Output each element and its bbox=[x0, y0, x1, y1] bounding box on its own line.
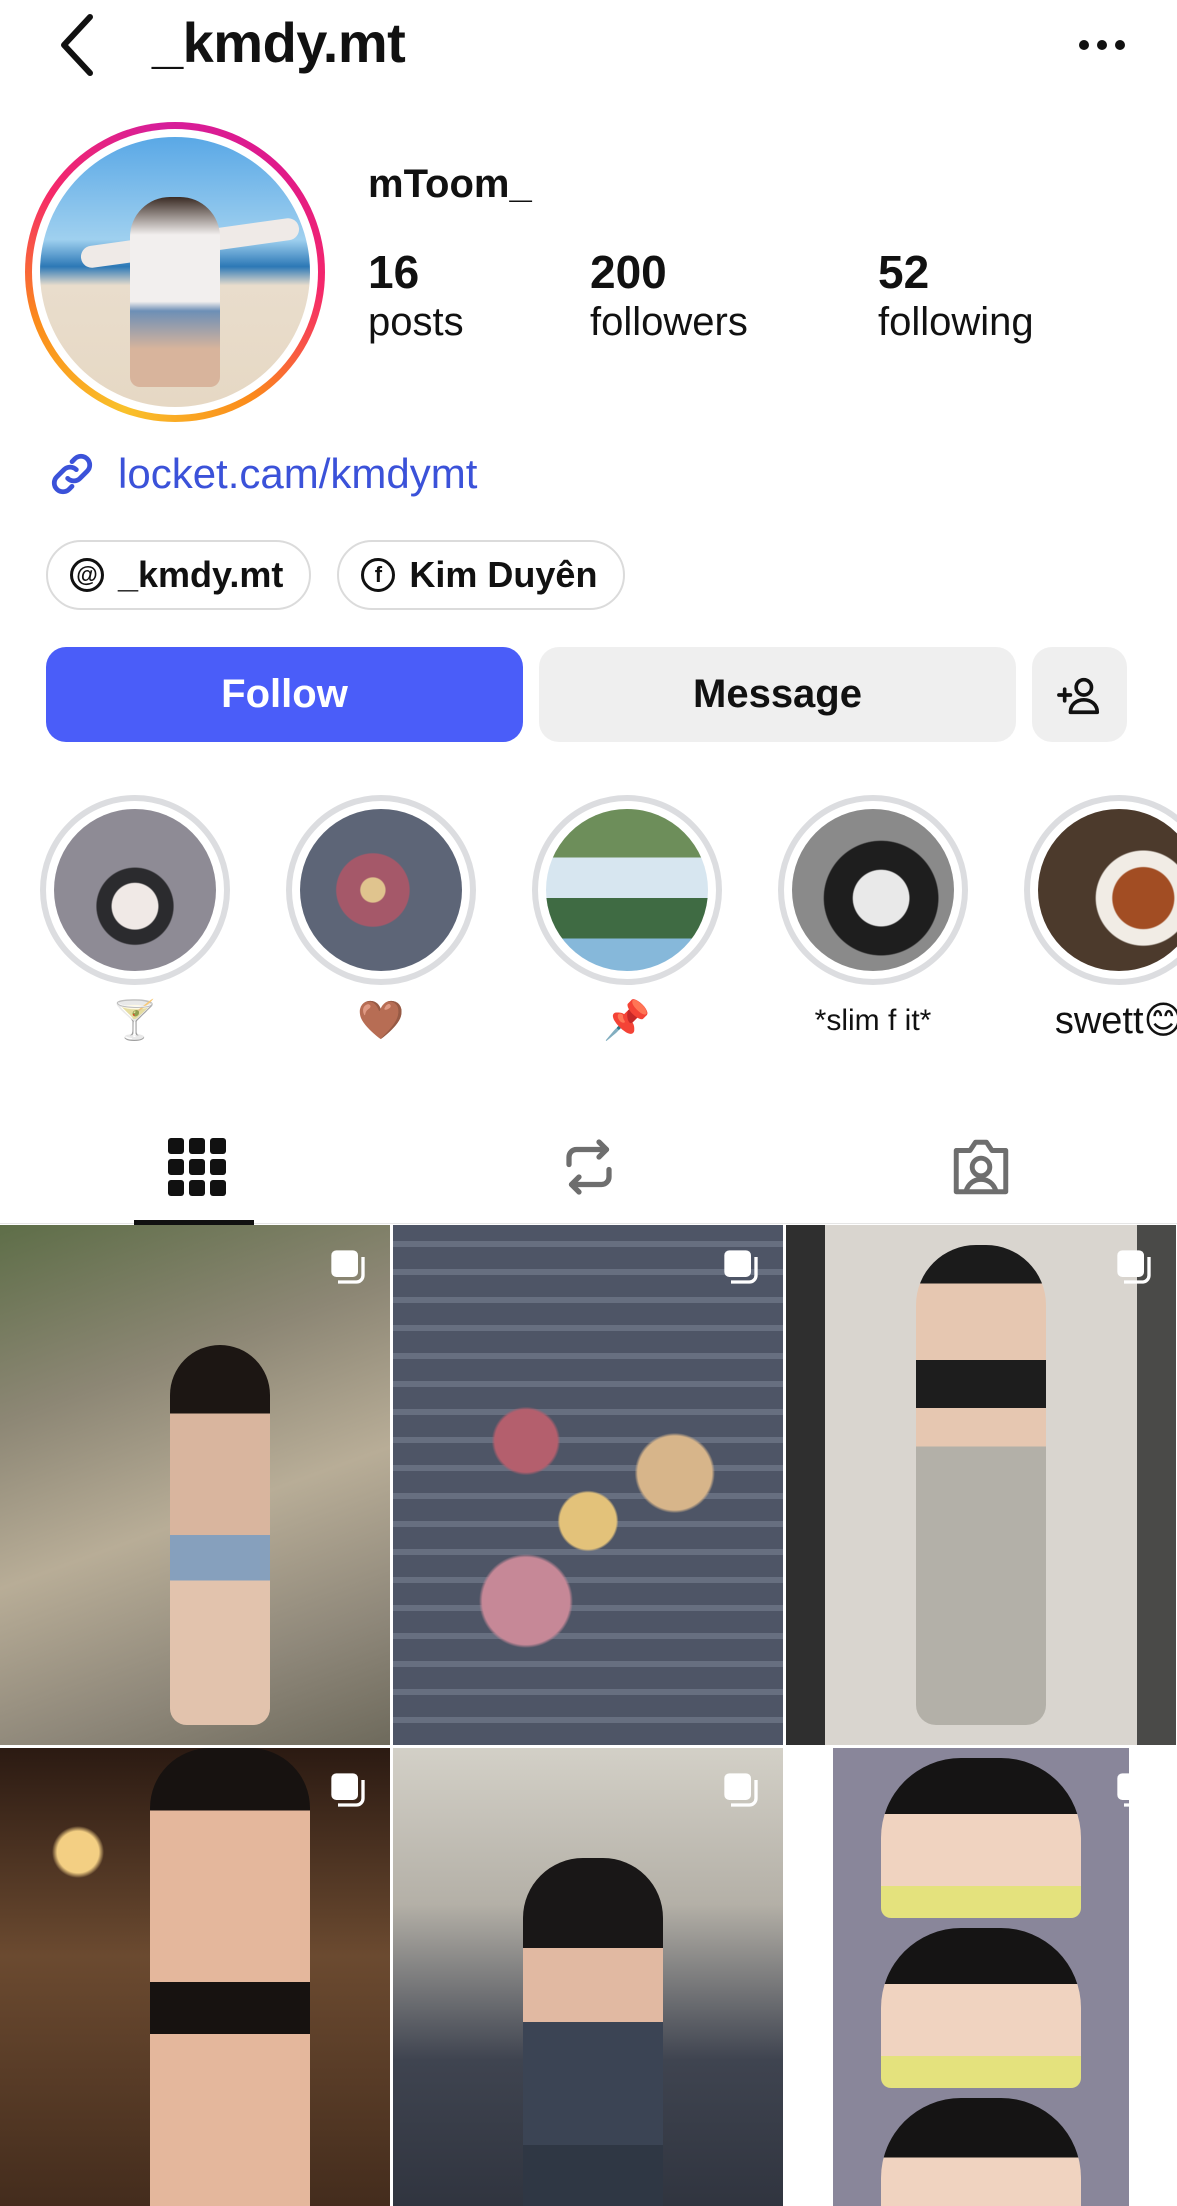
facebook-chip-label: Kim Duyên bbox=[409, 554, 598, 595]
bio-link[interactable]: locket.cam/kmdymt bbox=[46, 446, 477, 502]
top-bar: _kmdy.mt bbox=[0, 0, 1177, 90]
post-figure bbox=[916, 1245, 1046, 1725]
post-figure bbox=[150, 1748, 310, 2206]
story-ring[interactable] bbox=[25, 122, 325, 422]
highlight-cover bbox=[54, 809, 216, 971]
threads-chip-label: _kmdy.mt bbox=[118, 554, 284, 595]
display-name: mToom_ bbox=[368, 162, 532, 206]
highlight-cover bbox=[300, 809, 462, 971]
suggested-users-button[interactable] bbox=[1032, 647, 1127, 742]
highlight-cover bbox=[1038, 809, 1177, 971]
followers-label: followers bbox=[590, 300, 748, 344]
highlight-ring bbox=[286, 795, 476, 985]
highlight-label: *slim f it* bbox=[814, 1004, 932, 1037]
highlight-cover bbox=[792, 809, 954, 971]
tab-tagged[interactable] bbox=[784, 1110, 1177, 1224]
multiple-photos-icon bbox=[724, 1773, 758, 1807]
multiple-photos-icon bbox=[331, 1250, 365, 1284]
posts-count: 16 bbox=[368, 246, 420, 298]
add-person-icon bbox=[1056, 677, 1099, 714]
highlight-label: 🤎 bbox=[357, 1000, 405, 1042]
profile-chips: @ _kmdy.mt f Kim Duyên bbox=[46, 540, 626, 610]
dot bbox=[1079, 40, 1089, 50]
multiple-photos-icon bbox=[724, 1250, 758, 1284]
post-figure bbox=[881, 1928, 1081, 2088]
grid-icon bbox=[167, 1138, 226, 1196]
threads-icon: @ bbox=[70, 558, 104, 592]
avatar-border bbox=[32, 129, 318, 415]
highlight-item[interactable]: swett😊 bbox=[1024, 795, 1177, 1043]
back-button[interactable] bbox=[56, 12, 104, 78]
following-stat[interactable]: 52 following bbox=[878, 246, 1034, 346]
dot bbox=[1097, 40, 1107, 50]
post-thumbnail[interactable] bbox=[786, 1225, 1176, 1745]
message-button[interactable]: Message bbox=[539, 647, 1016, 742]
followers-count: 200 bbox=[590, 246, 667, 298]
facebook-icon: f bbox=[361, 558, 396, 592]
post-figure bbox=[523, 1858, 663, 2206]
highlight-item[interactable]: 🍸 bbox=[40, 795, 230, 1043]
dot bbox=[1115, 40, 1125, 50]
avatar bbox=[40, 137, 310, 407]
post-figure bbox=[433, 1345, 743, 1665]
following-count: 52 bbox=[878, 246, 930, 298]
tab-posts[interactable] bbox=[0, 1110, 393, 1225]
tagged-icon bbox=[953, 1139, 1008, 1195]
highlight-label: swett😊 bbox=[1054, 1000, 1177, 1042]
post-thumbnail[interactable] bbox=[393, 1748, 783, 2206]
link-icon bbox=[51, 453, 93, 495]
profile-tabs bbox=[0, 1110, 1177, 1225]
profile-actions: Follow Message bbox=[46, 647, 1127, 742]
posts-stat: 16 posts bbox=[368, 246, 464, 346]
facebook-chip[interactable]: f Kim Duyên bbox=[337, 540, 626, 610]
highlight-label: 📌 bbox=[603, 1000, 651, 1042]
post-thumbnail[interactable] bbox=[0, 1225, 390, 1745]
multiple-photos-icon bbox=[1117, 1773, 1151, 1807]
highlight-item[interactable]: 🤎 bbox=[286, 795, 476, 1043]
reposts-icon bbox=[565, 1139, 612, 1195]
following-label: following bbox=[878, 300, 1034, 344]
followers-stat[interactable]: 200 followers bbox=[590, 246, 748, 346]
story-highlights: 🍸 🤎 📌 *slim f it* swett😊 bbox=[0, 795, 1177, 1045]
highlight-ring bbox=[532, 795, 722, 985]
avatar-figure bbox=[130, 197, 220, 387]
posts-grid bbox=[0, 1225, 1177, 2206]
more-options-button[interactable] bbox=[1067, 22, 1137, 68]
highlight-label: 🍸 bbox=[111, 1000, 159, 1042]
post-figure bbox=[170, 1345, 270, 1725]
bio-link-text: locket.cam/kmdymt bbox=[118, 450, 478, 497]
highlight-item[interactable]: 📌 bbox=[532, 795, 722, 1043]
multiple-photos-icon bbox=[331, 1773, 365, 1807]
tab-reposts[interactable] bbox=[392, 1110, 785, 1224]
profile-username: _kmdy.mt bbox=[152, 11, 406, 74]
highlight-ring bbox=[778, 795, 968, 985]
multiple-photos-icon bbox=[1117, 1250, 1151, 1284]
post-thumbnail[interactable] bbox=[393, 1225, 783, 1745]
post-thumbnail[interactable] bbox=[786, 1748, 1176, 2206]
post-figure bbox=[881, 2098, 1081, 2206]
follow-button[interactable]: Follow bbox=[46, 647, 523, 742]
threads-chip[interactable]: @ _kmdy.mt bbox=[46, 540, 312, 610]
highlight-item[interactable]: *slim f it* bbox=[778, 795, 968, 1043]
chevron-left-icon bbox=[61, 14, 93, 76]
post-figure bbox=[881, 1758, 1081, 1918]
highlight-ring bbox=[40, 795, 230, 985]
highlight-cover bbox=[546, 809, 708, 971]
highlight-ring bbox=[1024, 795, 1177, 985]
post-thumbnail[interactable] bbox=[0, 1748, 390, 2206]
posts-label: posts bbox=[368, 300, 464, 344]
